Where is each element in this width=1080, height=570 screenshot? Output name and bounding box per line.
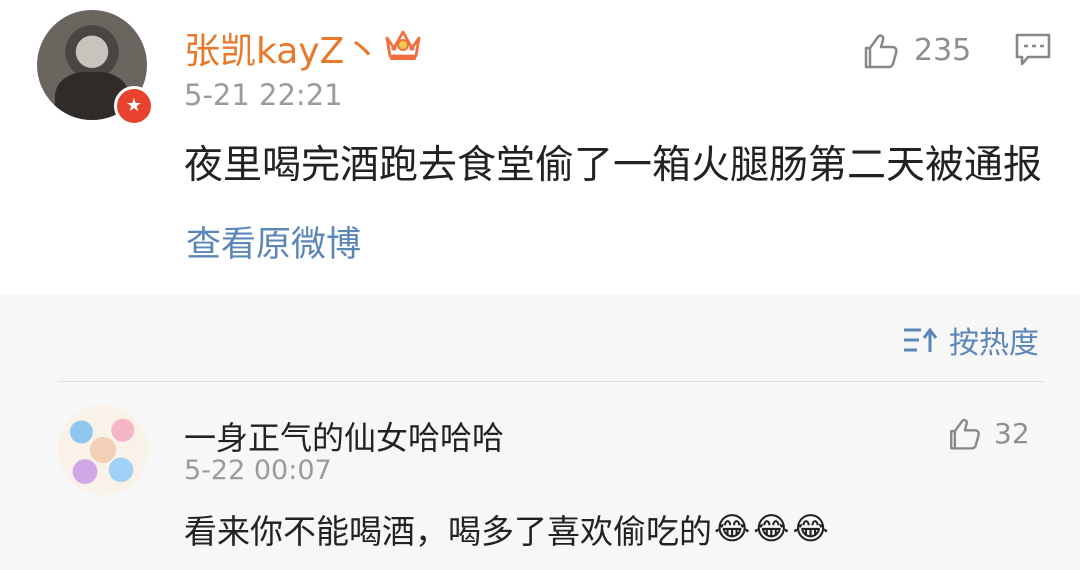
view-original-link[interactable]: 查看原微博 [186,216,361,267]
comment-like-button[interactable]: 32 [944,414,1030,452]
laughing-crying-emoji-icon: 😂 [753,511,790,547]
comment-content: 看来你不能喝酒，喝多了喜欢偷吃的 [184,512,712,551]
post-username[interactable]: 张凯kayZ丶 [184,22,380,74]
crown-icon [385,30,421,60]
post-like-button[interactable]: 235 [858,29,971,71]
comment-icon[interactable] [1014,32,1052,68]
comment-content-row: 看来你不能喝酒，喝多了喜欢偷吃的 😂 😂 😂 [184,505,829,553]
thumbs-up-icon [950,418,980,450]
comment-author-avatar[interactable] [58,405,148,495]
sort-label: 按热度 [949,326,1039,361]
post-timestamp: 5-21 22:21 [184,78,343,112]
comment-username[interactable]: 一身正气的仙女哈哈哈 [184,413,504,459]
section-divider [58,381,1044,382]
verified-badge-icon: ★ [114,86,154,126]
post-content: 夜里喝完酒跑去食堂偷了一箱火腿肠第二天被通报 [184,143,1043,188]
sort-by-popularity[interactable]: 按热度 [901,318,1039,362]
comment-timestamp: 5-22 00:07 [184,455,332,486]
comment-like-count: 32 [994,416,1030,450]
thumbs-up-icon [864,34,898,69]
laughing-crying-emoji-icon: 😂 [714,511,751,547]
sort-icon [904,327,937,352]
post-like-count: 235 [914,32,972,68]
laughing-crying-emoji-icon: 😂 [792,511,829,547]
